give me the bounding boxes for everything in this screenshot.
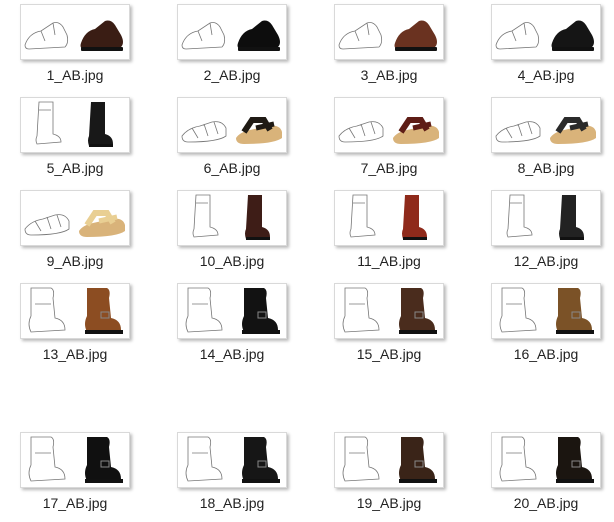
file-thumbnail[interactable] — [491, 283, 601, 339]
footwear-image — [192, 194, 270, 240]
file-thumbnail[interactable] — [20, 4, 130, 60]
footwear-image — [495, 117, 596, 144]
footwear-image — [338, 20, 437, 51]
footwear-image — [181, 117, 282, 144]
file-name: 3_AB.jpg — [360, 67, 418, 83]
footwear-image — [495, 20, 594, 51]
file-name: 17_AB.jpg — [42, 495, 108, 511]
footwear-image — [499, 436, 594, 483]
file-thumbnail[interactable] — [177, 97, 287, 153]
file-thumbnail[interactable] — [491, 97, 601, 153]
file-name: 2_AB.jpg — [203, 67, 261, 83]
file-thumbnail[interactable] — [20, 97, 130, 153]
file-thumbnail[interactable] — [491, 432, 601, 488]
footwear-image — [185, 287, 280, 334]
file-thumbnail[interactable] — [491, 4, 601, 60]
file-thumbnail[interactable] — [334, 432, 444, 488]
footwear-image — [181, 20, 280, 51]
file-thumbnail-grid: 1_AB.jpg 2_AB.jpg 3_AB.jpg 4_AB.jpg 5_AB… — [0, 0, 614, 522]
file-thumbnail[interactable] — [334, 190, 444, 246]
file-thumbnail[interactable] — [491, 190, 601, 246]
file-thumbnail[interactable] — [20, 190, 130, 246]
file-thumbnail[interactable] — [334, 97, 444, 153]
file-name: 10_AB.jpg — [199, 253, 265, 269]
file-name: 18_AB.jpg — [199, 495, 265, 511]
file-name: 16_AB.jpg — [513, 346, 579, 362]
file-thumbnail[interactable] — [20, 283, 130, 339]
file-thumbnail[interactable] — [20, 432, 130, 488]
file-name: 20_AB.jpg — [513, 495, 579, 511]
file-name: 19_AB.jpg — [356, 495, 422, 511]
file-name: 11_AB.jpg — [357, 253, 421, 269]
file-name: 12_AB.jpg — [513, 253, 579, 269]
footwear-image — [342, 436, 437, 483]
file-name: 6_AB.jpg — [203, 160, 261, 176]
file-name: 8_AB.jpg — [517, 160, 575, 176]
file-thumbnail[interactable] — [177, 4, 287, 60]
file-thumbnail[interactable] — [177, 190, 287, 246]
file-name: 14_AB.jpg — [199, 346, 265, 362]
file-thumbnail[interactable] — [334, 283, 444, 339]
footwear-image — [185, 436, 280, 483]
footwear-image — [338, 117, 439, 144]
footwear-image — [24, 210, 125, 237]
footwear-image — [28, 436, 123, 483]
file-thumbnail[interactable] — [177, 283, 287, 339]
file-name: 1_AB.jpg — [46, 67, 104, 83]
file-name: 9_AB.jpg — [46, 253, 104, 269]
file-name: 7_AB.jpg — [360, 160, 418, 176]
footwear-image — [499, 287, 594, 334]
footwear-image — [506, 194, 584, 240]
file-thumbnail[interactable] — [177, 432, 287, 488]
footwear-image — [349, 194, 427, 240]
footwear-image — [24, 20, 123, 51]
file-name: 5_AB.jpg — [46, 160, 104, 176]
file-name: 13_AB.jpg — [42, 346, 108, 362]
file-thumbnail[interactable] — [334, 4, 444, 60]
footwear-image — [35, 101, 113, 147]
file-name: 4_AB.jpg — [517, 67, 575, 83]
file-name: 15_AB.jpg — [356, 346, 422, 362]
footwear-image — [28, 287, 123, 334]
footwear-image — [342, 287, 437, 334]
